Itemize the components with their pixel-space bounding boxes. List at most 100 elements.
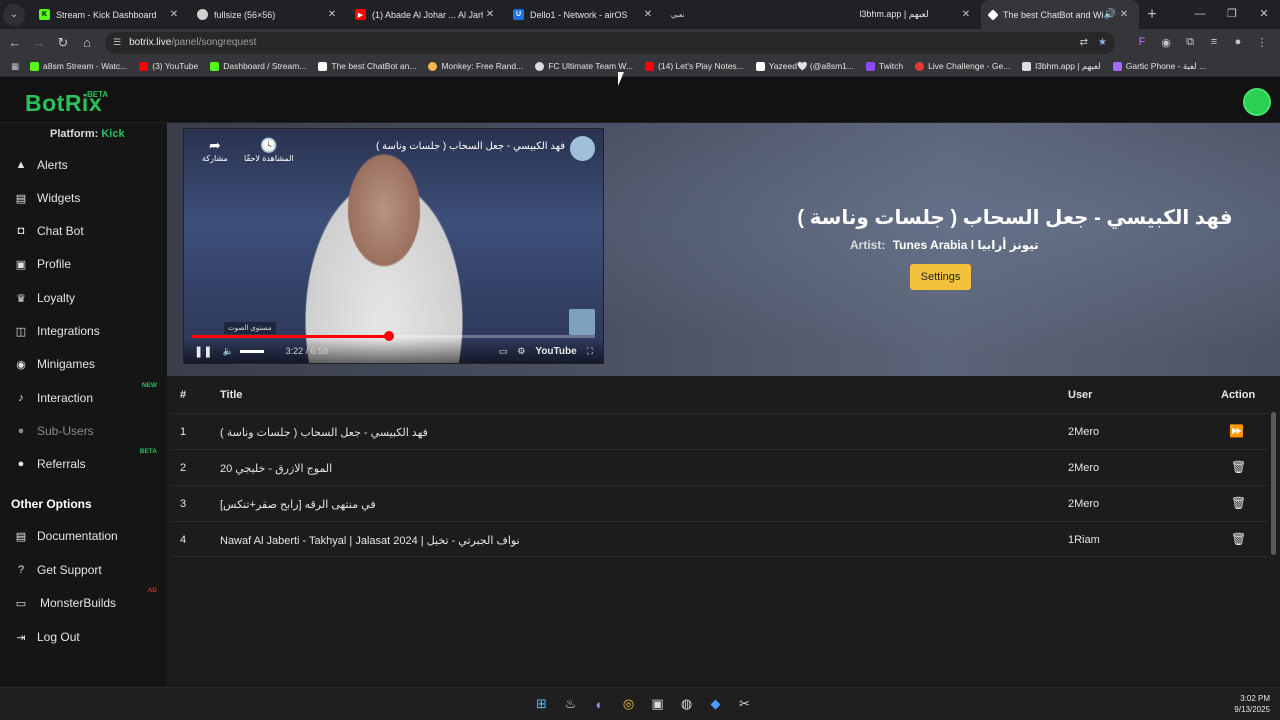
sidebar-item-integrations[interactable]: ◫ Integrations bbox=[0, 319, 167, 343]
sidebar-item-referrals[interactable]: ● Referrals BETA bbox=[0, 448, 167, 476]
bookmark-7[interactable]: Yazeed🤍 (@a8sm1... bbox=[755, 61, 854, 72]
new-tab-button[interactable]: + bbox=[1139, 6, 1165, 24]
settings-button[interactable]: Settings bbox=[910, 264, 971, 290]
back-icon[interactable]: ← bbox=[3, 35, 27, 50]
close-icon[interactable]: ✕ bbox=[959, 9, 973, 20]
tab-4[interactable]: نعبي bbox=[663, 0, 821, 29]
settings-gear-icon[interactable]: ⚙ bbox=[517, 346, 525, 357]
tab-1[interactable]: fullsize (56×56) ✕ bbox=[189, 0, 347, 29]
close-icon[interactable]: ✕ bbox=[483, 9, 497, 20]
share-label: مشاركة bbox=[202, 154, 228, 163]
reload-icon[interactable]: ↻ bbox=[51, 35, 75, 51]
sidebar-item-get-support[interactable]: ? Get Support bbox=[0, 558, 167, 582]
sidebar-item-documentation[interactable]: ▤ Documentation bbox=[0, 524, 167, 548]
windows-start-icon[interactable]: ⊞ bbox=[527, 692, 556, 716]
volume-slider[interactable] bbox=[239, 349, 264, 353]
sidebar-item-chat-bot[interactable]: ◘ Chat Bot bbox=[0, 219, 167, 243]
youtube-logo[interactable]: YouTube bbox=[535, 346, 576, 357]
window-controls: — ❐ ✕ bbox=[1184, 0, 1280, 29]
channel-avatar[interactable] bbox=[570, 136, 595, 161]
bookmark-3[interactable]: The best ChatBot an... bbox=[318, 61, 416, 71]
tab-6-active[interactable]: The best ChatBot and Widg 🔊 ✕ bbox=[981, 0, 1139, 29]
sidebar-item-profile[interactable]: ▣ Profile bbox=[0, 252, 167, 276]
taskbar-clock[interactable]: 3:02 PM 9/13/2025 bbox=[1234, 693, 1270, 715]
media-control-icon[interactable]: ≡ bbox=[1202, 36, 1226, 49]
sidebar-item-loyalty[interactable]: ♛ Loyalty bbox=[0, 286, 167, 310]
bookmark-6[interactable]: (14) Let's Play Notes... bbox=[645, 61, 744, 71]
site-info-icon[interactable]: ☰ bbox=[113, 37, 121, 48]
extension-cookie-icon[interactable]: ◉ bbox=[1154, 36, 1178, 49]
scrollbar[interactable] bbox=[1271, 412, 1276, 555]
trash-icon[interactable]: 🗑 bbox=[1231, 496, 1246, 510]
bookmark-1[interactable]: (3) YouTube bbox=[139, 61, 198, 71]
watch-later-button[interactable]: 🕓 المشاهدة لاحقًا bbox=[244, 137, 294, 163]
close-window-icon[interactable]: ✕ bbox=[1248, 0, 1280, 29]
channel-watermark[interactable] bbox=[569, 309, 595, 335]
sidebar-item-interaction[interactable]: ♪ Interaction NEW bbox=[0, 382, 167, 410]
bookmarks-bar: ▦ a8sm Stream - Watc... (3) YouTube Dash… bbox=[0, 56, 1280, 77]
sidebar-item-sub-users[interactable]: ● Sub-Users bbox=[0, 419, 167, 443]
sidebar-item-widgets[interactable]: ▤ Widgets bbox=[0, 186, 167, 210]
sidebar-item-log-out[interactable]: ⇥ Log Out bbox=[0, 625, 167, 649]
chrome-icon[interactable]: ◎ bbox=[614, 692, 643, 716]
botrix-icon bbox=[987, 8, 999, 21]
tab-3[interactable]: U Dello1 - Network - airOS ✕ bbox=[505, 0, 663, 29]
bookmark-4[interactable]: Monkey: Free Rand... bbox=[428, 61, 523, 71]
now-playing-title: فهد الكبيسي - جعل السحاب ( جلسات وناسة ) bbox=[797, 207, 1233, 229]
extensions-puzzle-icon[interactable]: ⧉ bbox=[1178, 36, 1202, 49]
apps-grid-icon[interactable]: ▦ bbox=[0, 61, 30, 72]
tab-title: (1) Abade Al Johar ... Al Jarh Al bbox=[372, 9, 483, 20]
tab-0[interactable]: K Stream - Kick Dashboard ✕ bbox=[31, 0, 189, 29]
close-icon[interactable]: ✕ bbox=[325, 9, 339, 20]
home-icon[interactable]: ⌂ bbox=[75, 35, 99, 50]
profile-avatar-icon[interactable]: ● bbox=[1226, 36, 1250, 49]
discord-icon[interactable]: ◐ bbox=[585, 692, 614, 716]
bookmark-2[interactable]: Dashboard / Stream... bbox=[210, 61, 306, 71]
volume-icon[interactable]: 🔈 bbox=[222, 346, 233, 357]
logout-icon: ⇥ bbox=[16, 631, 26, 644]
speaker-icon[interactable]: 🔊 bbox=[1103, 9, 1117, 20]
bookmark-0[interactable]: a8sm Stream - Watc... bbox=[30, 61, 127, 71]
capcut-icon[interactable]: ✂ bbox=[730, 692, 759, 716]
youtube-player[interactable]: فهد الكبيسي - جعل السحاب ( جلسات وناسة )… bbox=[183, 128, 604, 364]
tab-2[interactable]: ▶ (1) Abade Al Johar ... Al Jarh Al ✕ bbox=[347, 0, 505, 29]
trash-icon[interactable]: 🗑 bbox=[1231, 532, 1246, 546]
close-icon[interactable]: ✕ bbox=[167, 9, 181, 20]
user-avatar[interactable] bbox=[1243, 88, 1271, 116]
extension-f-icon[interactable]: F bbox=[1130, 36, 1154, 49]
pause-icon[interactable]: ❚❚ bbox=[194, 345, 212, 358]
video-progress-bar[interactable] bbox=[192, 331, 595, 341]
obs-icon[interactable]: ◍ bbox=[672, 692, 701, 716]
video-title[interactable]: فهد الكبيسي - جعل السحاب ( جلسات وناسة ) bbox=[376, 141, 565, 152]
bookmark-8[interactable]: Twitch bbox=[865, 61, 903, 71]
close-icon[interactable]: ✕ bbox=[1117, 9, 1131, 20]
steam-icon[interactable]: ♨ bbox=[556, 692, 585, 716]
restore-icon[interactable]: ❐ bbox=[1216, 0, 1248, 29]
share-button[interactable]: ➦ مشاركة bbox=[202, 137, 228, 163]
bookmark-5[interactable]: FC Ultimate Team W... bbox=[535, 61, 633, 71]
menu-kebab-icon[interactable]: ⋮ bbox=[1250, 36, 1274, 49]
sidebar-item-alerts[interactable]: ▲ Alerts bbox=[0, 153, 167, 177]
sidebar-item-label: Documentation bbox=[37, 529, 118, 543]
tab-5[interactable]: l3bhm.app | لعبهم ✕ bbox=[821, 0, 981, 29]
minimize-icon[interactable]: — bbox=[1184, 0, 1216, 29]
captions-icon[interactable]: ▭ bbox=[499, 346, 508, 357]
trash-icon[interactable]: 🗑 bbox=[1231, 460, 1246, 474]
star-icon[interactable]: ★ bbox=[1098, 37, 1107, 48]
skip-icon[interactable]: ⏩ bbox=[1229, 424, 1244, 438]
forward-icon[interactable]: → bbox=[27, 35, 51, 50]
bookmark-9[interactable]: Live Challenge - Ge... bbox=[915, 61, 1010, 71]
fullscreen-icon[interactable]: ⛶ bbox=[587, 346, 593, 357]
bookmark-11[interactable]: Gartic Phone - لعبة ... bbox=[1112, 61, 1206, 72]
url-bar[interactable]: ☰ botrix.live /panel/songrequest ⇄ ★ bbox=[105, 31, 1115, 54]
sidebar-item-minigames[interactable]: ◉ Minigames bbox=[0, 352, 167, 376]
translate-icon[interactable]: ⇄ bbox=[1080, 37, 1088, 48]
sidebar-item-monsterbuilds[interactable]: ▭ MonsterBuilds AD bbox=[0, 587, 167, 615]
terminal-icon[interactable]: ▣ bbox=[643, 692, 672, 716]
clock-time: 3:02 PM bbox=[1240, 694, 1270, 703]
tab-search-button[interactable]: ⌄ bbox=[3, 3, 25, 26]
vpn-icon[interactable]: ◆ bbox=[701, 692, 730, 716]
bookmark-10[interactable]: l3bhm.app | لعبهم bbox=[1022, 61, 1101, 72]
close-icon[interactable]: ✕ bbox=[641, 9, 655, 20]
tab-title: The best ChatBot and Widg bbox=[1003, 9, 1103, 20]
